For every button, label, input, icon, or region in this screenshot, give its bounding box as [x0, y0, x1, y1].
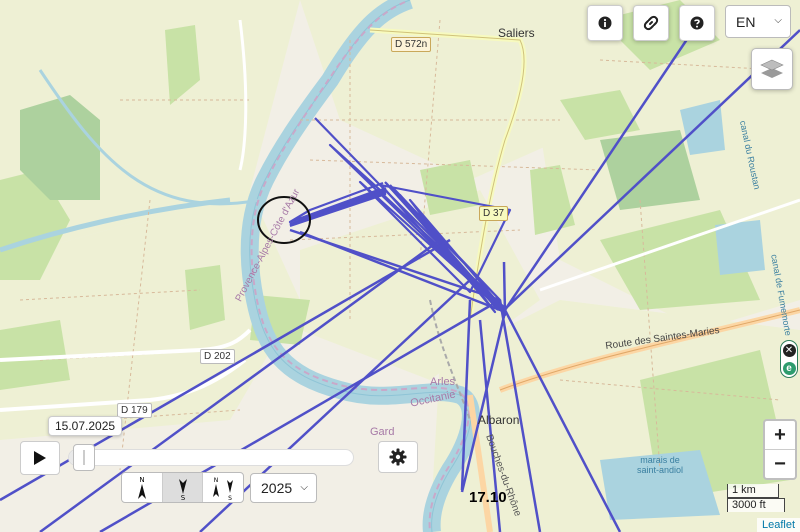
timeline-slider[interactable]	[68, 449, 354, 466]
orientation-both-button[interactable]: NS	[202, 473, 243, 502]
road-shield-d37: D 37	[479, 206, 509, 221]
orientation-south-button[interactable]: S	[161, 473, 203, 502]
svg-text:N: N	[214, 477, 219, 484]
gear-icon	[389, 448, 407, 466]
timeline-slider-handle[interactable]	[73, 444, 95, 471]
orientation-toggle: N S NS	[121, 472, 244, 503]
attribution-link[interactable]: Leaflet	[756, 518, 800, 532]
info-icon	[598, 16, 612, 30]
orientation-north-button[interactable]: N	[122, 473, 162, 502]
road-shield-d202: D 202	[200, 349, 235, 364]
place-label-saliers: Saliers	[498, 26, 535, 40]
north-south-arrows-icon: NS	[213, 477, 234, 501]
layers-icon	[760, 59, 784, 78]
region-label-gard: Gard	[370, 426, 395, 438]
region-label-arles: Arles	[430, 376, 456, 388]
chevron-down-icon: ⌵	[774, 15, 782, 26]
link-icon	[643, 15, 659, 31]
zoom-out-button[interactable]: −	[765, 449, 795, 478]
zoom-control: + −	[763, 419, 797, 480]
water-label-marais: marais de saint-andiol	[636, 455, 684, 475]
help-icon	[690, 16, 704, 30]
road-shield-d179: D 179	[117, 403, 152, 418]
play-icon	[34, 451, 46, 465]
layers-button[interactable]	[751, 48, 793, 90]
e-icon[interactable]: e	[782, 361, 796, 375]
track-end-label: 17.10	[469, 489, 507, 506]
info-button[interactable]	[587, 5, 623, 41]
svg-text:N: N	[139, 476, 144, 484]
year-select[interactable]: 2025 ⌵	[250, 473, 317, 503]
language-value: EN	[736, 13, 756, 30]
svg-text:S: S	[228, 495, 232, 501]
help-button[interactable]	[679, 5, 715, 41]
zoom-in-button[interactable]: +	[765, 421, 795, 449]
side-widget[interactable]: ✕ e	[780, 340, 798, 378]
link-button[interactable]	[633, 5, 669, 41]
south-arrow-icon: S	[178, 478, 187, 501]
date-tooltip: 15.07.2025	[48, 416, 123, 436]
road-shield-d572n: D 572n	[391, 37, 432, 52]
track-segment	[502, 261, 507, 316]
scale-metric: 1 km	[727, 484, 779, 498]
chevron-down-icon: ⌵	[300, 482, 308, 493]
play-button[interactable]	[20, 441, 60, 475]
scale-imperial: 3000 ft	[727, 498, 785, 512]
year-value: 2025	[261, 480, 293, 496]
language-select[interactable]: EN ⌵	[725, 5, 791, 38]
settings-button[interactable]	[378, 441, 418, 473]
svg-text:S: S	[180, 494, 185, 501]
north-arrow-icon: N	[137, 476, 146, 499]
close-icon[interactable]: ✕	[782, 343, 796, 357]
place-label-albaron: Albaron	[478, 413, 520, 427]
